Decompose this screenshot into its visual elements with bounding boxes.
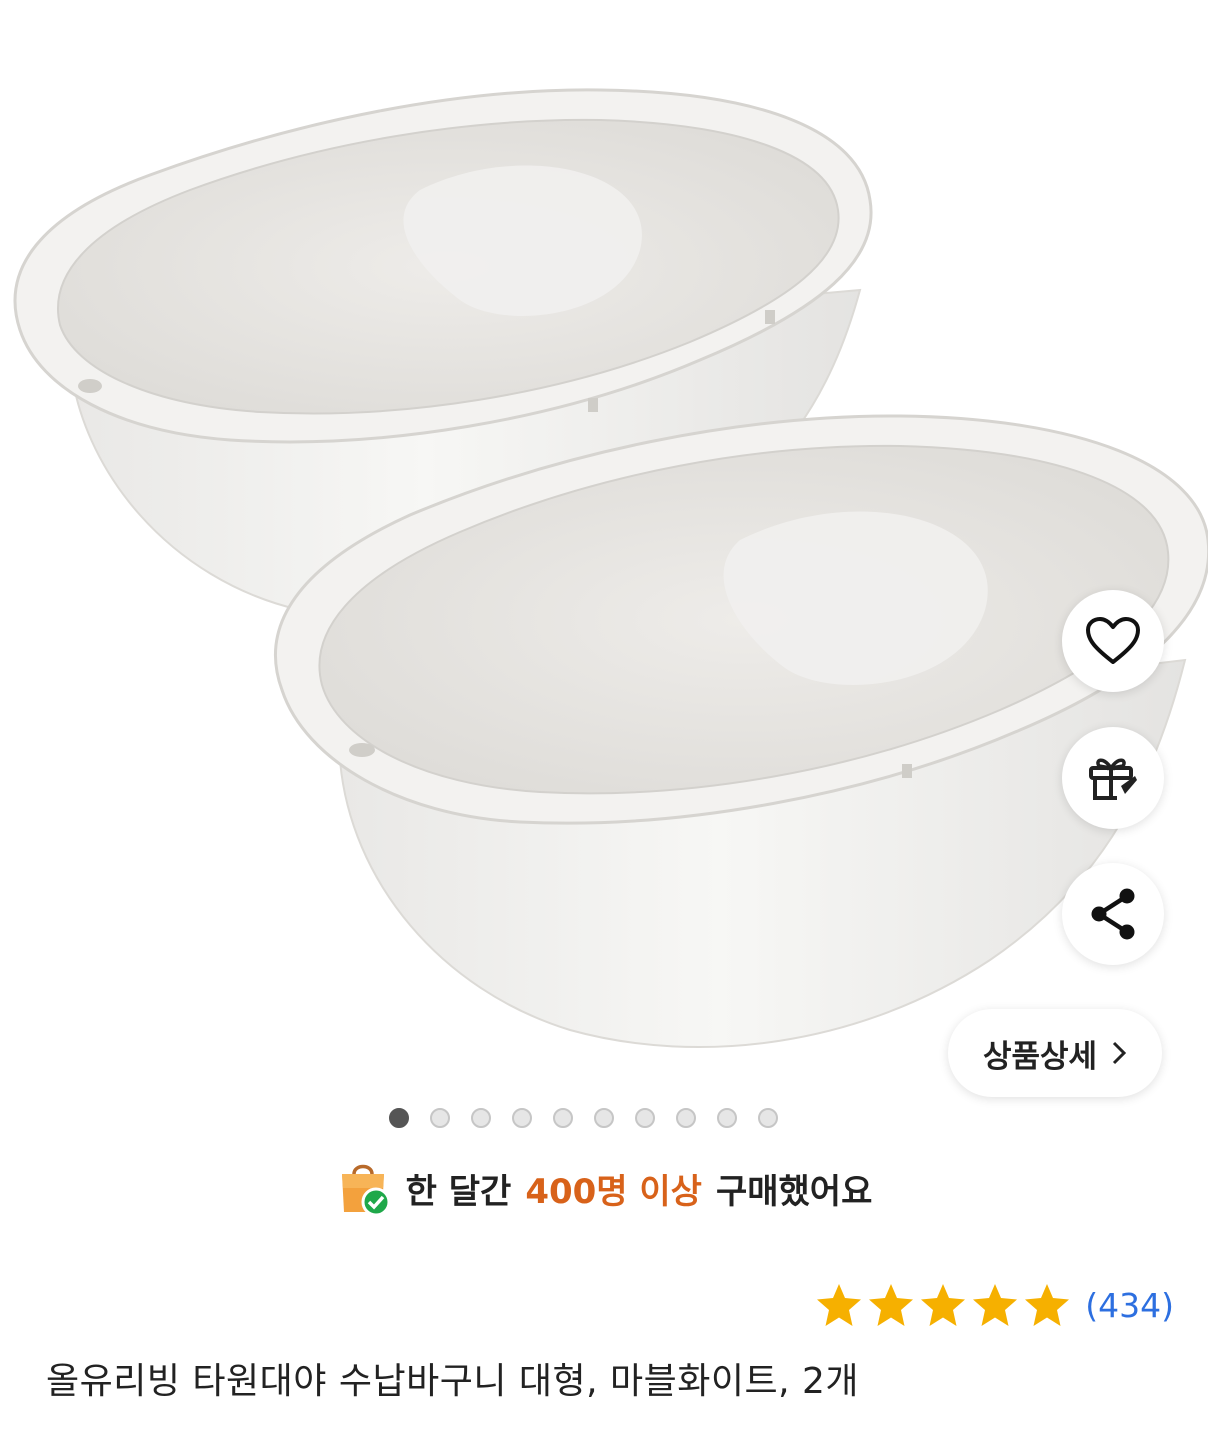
share-button[interactable]: [1062, 863, 1164, 965]
basin-illustration: [13, 88, 1208, 1049]
gallery-dot[interactable]: [676, 1108, 696, 1128]
gallery-dot[interactable]: [553, 1108, 573, 1128]
star-icon: [921, 1284, 966, 1326]
gallery-dot[interactable]: [635, 1108, 655, 1128]
gift-button[interactable]: [1062, 727, 1164, 829]
gallery-dot[interactable]: [594, 1108, 614, 1128]
chevron-right-icon: [1112, 1041, 1127, 1065]
gallery-dot[interactable]: [758, 1108, 778, 1128]
star-icon: [973, 1284, 1018, 1326]
social-suffix: 구매했어요: [715, 1171, 873, 1212]
share-icon: [1091, 888, 1135, 940]
product-image[interactable]: [0, 0, 1208, 1100]
gallery-pagination[interactable]: [389, 1108, 778, 1128]
shopping-bag-check-icon: [341, 1164, 391, 1217]
heart-icon: [1086, 617, 1140, 664]
social-highlight: 400명 이상: [525, 1171, 702, 1212]
purchase-count-banner: 한 달간 400명 이상 구매했어요: [0, 1156, 1208, 1220]
gallery-dot[interactable]: [512, 1108, 532, 1128]
star-icon: [1025, 1284, 1070, 1326]
gift-icon: [1089, 758, 1137, 800]
product-detail-button[interactable]: 상품상세: [948, 1009, 1162, 1097]
wishlist-button[interactable]: [1062, 590, 1164, 692]
rating-summary[interactable]: (434): [815, 1282, 1174, 1328]
star-icon: [869, 1284, 914, 1326]
gallery-dot[interactable]: [430, 1108, 450, 1128]
review-count[interactable]: (434): [1085, 1286, 1174, 1325]
product-title: 올유리빙 타원대야 수납바구니 대형, 마블화이트, 2개: [46, 1361, 860, 1402]
gallery-dot[interactable]: [389, 1108, 409, 1128]
social-prefix: 한 달간: [405, 1171, 512, 1212]
gallery-dot[interactable]: [717, 1108, 737, 1128]
product-detail-label: 상품상세: [982, 1038, 1098, 1075]
gallery-dot[interactable]: [471, 1108, 491, 1128]
star-icon: [817, 1284, 862, 1326]
